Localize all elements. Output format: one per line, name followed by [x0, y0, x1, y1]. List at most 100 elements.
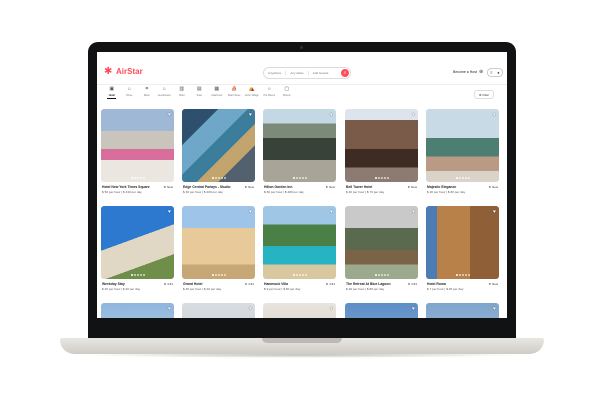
carousel-dot[interactable]: [292, 177, 295, 179]
carousel-dot[interactable]: [458, 177, 461, 179]
carousel-dot[interactable]: [130, 177, 133, 179]
listing-card[interactable]: ♥ Bell Tower Hotel ★ New $ 40 per hour | $ …: [345, 109, 418, 194]
carousel-dot[interactable]: [461, 177, 464, 179]
listing-card-partial[interactable]: ♥: [182, 303, 255, 318]
carousel-dots[interactable]: [263, 177, 336, 179]
category-7[interactable]: ⛵ Boat House: [226, 86, 244, 99]
listing-photo[interactable]: ♥: [426, 303, 499, 318]
carousel-dot[interactable]: [298, 274, 301, 276]
listing-card[interactable]: ♥ Majestic Elegance ★ New $ 20 per hour | $…: [426, 109, 499, 194]
carousel-dots[interactable]: [182, 274, 255, 276]
carousel-dots[interactable]: [263, 274, 336, 276]
listing-card-partial[interactable]: ♥: [345, 303, 418, 318]
carousel-dot[interactable]: [223, 177, 226, 179]
category-2[interactable]: ⌗ Motel: [138, 86, 156, 99]
carousel-dot[interactable]: [295, 177, 298, 179]
carousel-dot[interactable]: [464, 274, 467, 276]
carousel-dot[interactable]: [461, 274, 464, 276]
carousel-dot[interactable]: [217, 177, 220, 179]
carousel-dot[interactable]: [217, 274, 220, 276]
category-1[interactable]: ⌂ Home: [121, 86, 139, 99]
carousel-dot[interactable]: [383, 274, 386, 276]
carousel-dots[interactable]: [182, 177, 255, 179]
listing-photo[interactable]: ♥: [345, 206, 418, 279]
category-0[interactable]: ▣ Hotel: [103, 86, 121, 99]
listing-card-partial[interactable]: ♥: [101, 303, 174, 318]
carousel-dot[interactable]: [139, 177, 142, 179]
listing-photo[interactable]: ♥: [182, 206, 255, 279]
carousel-dot[interactable]: [130, 274, 133, 276]
carousel-dot[interactable]: [455, 177, 458, 179]
listing-photo[interactable]: ♥: [101, 206, 174, 279]
carousel-dots[interactable]: [426, 177, 499, 179]
listing-card-partial[interactable]: ♥: [426, 303, 499, 318]
carousel-dot[interactable]: [298, 177, 301, 179]
listing-photo[interactable]: ♥: [263, 303, 336, 318]
listing-photo[interactable]: ♥: [345, 109, 418, 182]
heart-icon[interactable]: ♥: [412, 306, 415, 312]
listing-photo[interactable]: ♥: [426, 109, 499, 182]
listing-photo[interactable]: ♥: [263, 206, 336, 279]
carousel-dot[interactable]: [223, 274, 226, 276]
carousel-dot[interactable]: [136, 177, 139, 179]
carousel-dot[interactable]: [386, 177, 389, 179]
listing-card[interactable]: ♥ Hotel Roma ★ New $ 7 per hour | $ 25 per …: [426, 206, 499, 291]
carousel-dot[interactable]: [292, 274, 295, 276]
carousel-dot[interactable]: [142, 177, 145, 179]
carousel-dot[interactable]: [467, 177, 470, 179]
heart-icon[interactable]: ♥: [168, 209, 171, 215]
carousel-dot[interactable]: [374, 274, 377, 276]
carousel-dot[interactable]: [380, 274, 383, 276]
carousel-dot[interactable]: [220, 274, 223, 276]
logo[interactable]: ✱ AirStar: [104, 67, 143, 77]
listing-card-partial[interactable]: ♥: [263, 303, 336, 318]
carousel-dot[interactable]: [295, 274, 298, 276]
heart-icon[interactable]: ♥: [249, 306, 252, 312]
carousel-dot[interactable]: [304, 274, 307, 276]
search-dates[interactable]: Any dates: [286, 71, 309, 75]
listing-card[interactable]: ♥ Hotel New York Times Square ★ New $ 50 pe…: [101, 109, 174, 194]
category-3[interactable]: ⌂ Guesthouse: [156, 86, 174, 99]
carousel-dot[interactable]: [374, 177, 377, 179]
heart-icon[interactable]: ♥: [493, 112, 496, 118]
category-10[interactable]: ▢ Rooms: [278, 86, 296, 99]
carousel-dot[interactable]: [304, 177, 307, 179]
heart-icon[interactable]: ♥: [412, 209, 415, 215]
globe-icon[interactable]: ⊕: [479, 69, 483, 75]
carousel-dot[interactable]: [214, 177, 217, 179]
listing-card[interactable]: ♥ Hammock Villa ★ 4.81 $ 9 per hour | $ 60 …: [263, 206, 336, 291]
user-menu-button[interactable]: ≡ ●: [487, 68, 503, 77]
carousel-dots[interactable]: [345, 177, 418, 179]
carousel-dot[interactable]: [301, 177, 304, 179]
carousel-dot[interactable]: [383, 177, 386, 179]
heart-icon[interactable]: ♥: [493, 306, 496, 312]
listing-photo[interactable]: ♥: [345, 303, 418, 318]
carousel-dot[interactable]: [458, 274, 461, 276]
carousel-dot[interactable]: [377, 274, 380, 276]
listing-photo[interactable]: ♥: [263, 109, 336, 182]
category-5[interactable]: ▤ Suite: [191, 86, 209, 99]
category-8[interactable]: ⛺ Arctic Village: [243, 86, 261, 99]
carousel-dot[interactable]: [377, 177, 380, 179]
carousel-dot[interactable]: [380, 177, 383, 179]
heart-icon[interactable]: ♥: [168, 306, 171, 312]
listing-card[interactable]: ♥ Hilton Garden Inn ★ New $ 60 per hour | $…: [263, 109, 336, 194]
carousel-dots[interactable]: [426, 274, 499, 276]
search-guests[interactable]: Add Guests: [309, 71, 333, 75]
heart-icon[interactable]: ♥: [493, 209, 496, 215]
category-6[interactable]: ▦ Apartment: [208, 86, 226, 99]
carousel-dot[interactable]: [211, 274, 214, 276]
heart-icon[interactable]: ♥: [330, 112, 333, 118]
carousel-dot[interactable]: [133, 177, 136, 179]
listing-photo[interactable]: ♥: [182, 303, 255, 318]
carousel-dots[interactable]: [345, 274, 418, 276]
listing-card[interactable]: ♥ Edge Central Parlays - Studio ★ New $ 30 …: [182, 109, 255, 194]
heart-icon[interactable]: ♥: [168, 112, 171, 118]
carousel-dot[interactable]: [214, 274, 217, 276]
search-icon[interactable]: ⌕: [341, 69, 349, 77]
heart-icon[interactable]: ♥: [330, 306, 333, 312]
carousel-dot[interactable]: [139, 274, 142, 276]
category-9[interactable]: ☼ Hot Places: [261, 86, 279, 99]
search-bar[interactable]: Anywhere Any dates Add Guests ⌕: [263, 67, 351, 79]
listing-card[interactable]: ♥ Weekday Stay ★ 4.81 $ 40 per hour | $ 20 …: [101, 206, 174, 291]
